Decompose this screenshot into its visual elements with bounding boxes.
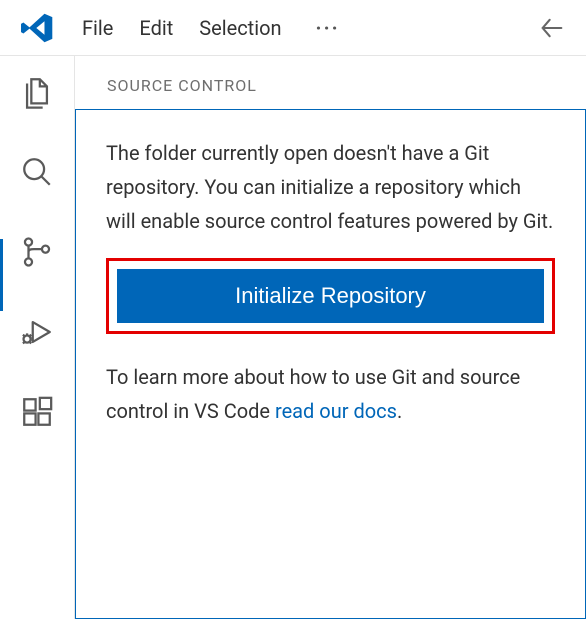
menu-file[interactable]: File	[82, 16, 113, 40]
welcome-view: The folder currently open doesn't have a…	[75, 109, 586, 619]
active-indicator	[0, 239, 3, 311]
panel-title: SOURCE CONTROL	[75, 56, 586, 109]
learn-more-text: To learn more about how to use Git and s…	[106, 360, 555, 428]
run-debug-icon[interactable]	[19, 314, 55, 350]
learn-suffix: .	[397, 399, 402, 423]
read-docs-link[interactable]: read our docs	[275, 399, 397, 423]
intro-text: The folder currently open doesn't have a…	[106, 136, 555, 238]
menu-overflow-icon[interactable]: ···	[316, 16, 340, 40]
title-bar: File Edit Selection ···	[0, 0, 586, 56]
main-area: SOURCE CONTROL The folder currently open…	[0, 56, 586, 619]
annotation-highlight: Initialize Repository	[106, 258, 555, 334]
source-control-icon[interactable]	[19, 234, 55, 270]
source-control-panel: SOURCE CONTROL The folder currently open…	[74, 56, 586, 619]
menu-selection[interactable]: Selection	[199, 16, 281, 40]
activity-bar	[0, 56, 74, 619]
back-arrow-icon[interactable]	[538, 14, 566, 42]
search-icon[interactable]	[19, 154, 55, 190]
vscode-logo-icon	[20, 11, 54, 45]
extensions-icon[interactable]	[19, 394, 55, 430]
menubar: File Edit Selection ···	[82, 16, 340, 40]
menu-edit[interactable]: Edit	[139, 16, 173, 40]
explorer-icon[interactable]	[19, 74, 55, 110]
initialize-repository-button[interactable]: Initialize Repository	[117, 269, 544, 323]
